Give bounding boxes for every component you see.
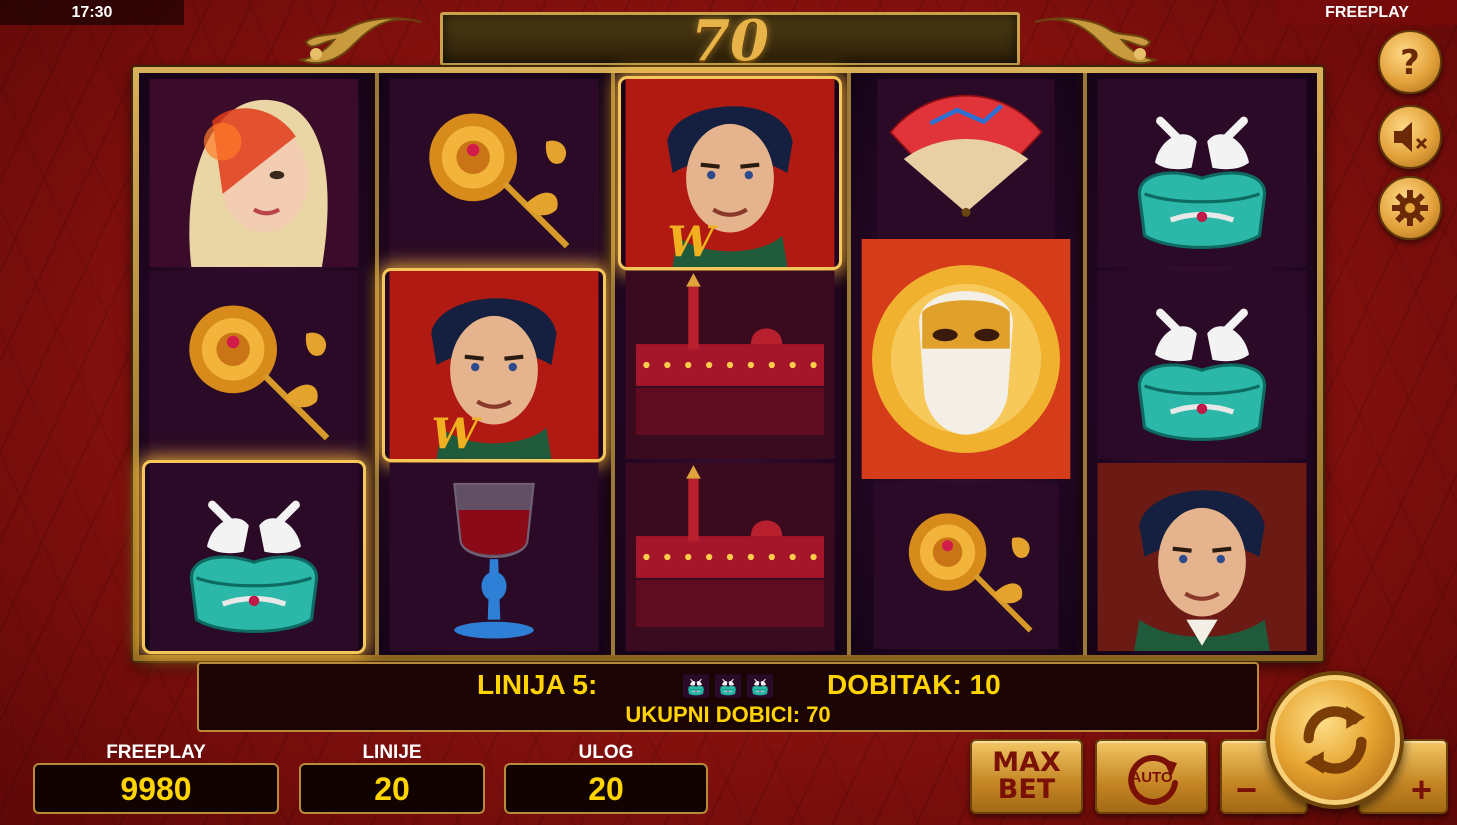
reel-2: W [375, 73, 605, 655]
reels-frame: WW [133, 67, 1323, 661]
symbol-rose [385, 79, 603, 267]
symbol-woman-masked [145, 79, 363, 267]
win-banner: 70 [430, 6, 1030, 74]
settings-gear-icon [1392, 190, 1428, 226]
autoplay-label: AUTO [1130, 769, 1173, 786]
reel-1 [139, 73, 369, 655]
bet-label: ULOG [578, 742, 634, 763]
max-bet-line1: MAX [992, 747, 1061, 778]
mode-label: FREEPLAY [1277, 0, 1457, 25]
total-win-value: 70 [691, 8, 769, 74]
reels-area[interactable]: WW [139, 73, 1317, 655]
settings-button[interactable] [1378, 176, 1442, 240]
symbol-rose [857, 483, 1075, 649]
autoplay-button[interactable]: AUTO [1095, 739, 1208, 814]
sound-toggle-button[interactable] [1378, 105, 1442, 169]
sound-muted-icon [1394, 122, 1428, 152]
symbol-golden-mask [857, 239, 1075, 479]
mini-doves-box-icon [683, 673, 709, 699]
lines-value[interactable]: 20 [299, 763, 485, 814]
win-info-panel: LINIJA 5: DOBITAK: 10 UKUPNI DOBICI: 70 [197, 662, 1259, 732]
symbol-venice [621, 271, 839, 459]
total-wins-label: UKUPNI DOBICI: 70 [625, 702, 831, 727]
mini-doves-box-icon [747, 673, 773, 699]
winning-line-label: LINIJA 5: [477, 669, 598, 700]
svg-text:W: W [431, 410, 482, 459]
symbol-venice [621, 463, 839, 651]
reel-5 [1083, 73, 1313, 655]
svg-text:?: ? [1400, 43, 1420, 82]
symbol-doves-box [1093, 271, 1311, 459]
mini-doves-box-icon [715, 673, 741, 699]
bet-value[interactable]: 20 [504, 763, 708, 814]
symbol-doves-box [145, 463, 363, 651]
max-bet-button[interactable]: MAX BET [970, 739, 1083, 814]
svg-text:W: W [667, 218, 718, 267]
ornament-left [296, 12, 426, 72]
reel-4 [847, 73, 1077, 655]
max-bet-line2: BET [997, 774, 1056, 805]
help-button[interactable]: ? [1378, 30, 1442, 94]
spin-button[interactable] [1266, 671, 1404, 809]
symbol-man [1093, 463, 1311, 651]
symbol-doves-box [1093, 79, 1311, 267]
game-stage: 17:30 FREEPLAY 70 WW LINIJA 5: DOBITAK: … [0, 0, 1457, 825]
clock: 17:30 [0, 0, 184, 25]
symbol-fan [857, 79, 1075, 239]
balance-label: FREEPLAY [106, 742, 206, 763]
symbol-man-wild: W [385, 271, 603, 459]
symbol-rose [145, 271, 363, 459]
lines-label: LINIJE [362, 742, 422, 763]
symbol-wine-glass [385, 463, 603, 651]
reel-3: W [611, 73, 841, 655]
symbol-man-wild: W [621, 79, 839, 267]
line-win-label: DOBITAK: 10 [827, 669, 1001, 700]
winning-line-symbols [683, 673, 773, 699]
spin-arrows-icon [1303, 706, 1367, 774]
help-icon: ? [1400, 43, 1420, 82]
ornament-right [1030, 12, 1160, 72]
balance-value: 9980 [33, 763, 279, 814]
